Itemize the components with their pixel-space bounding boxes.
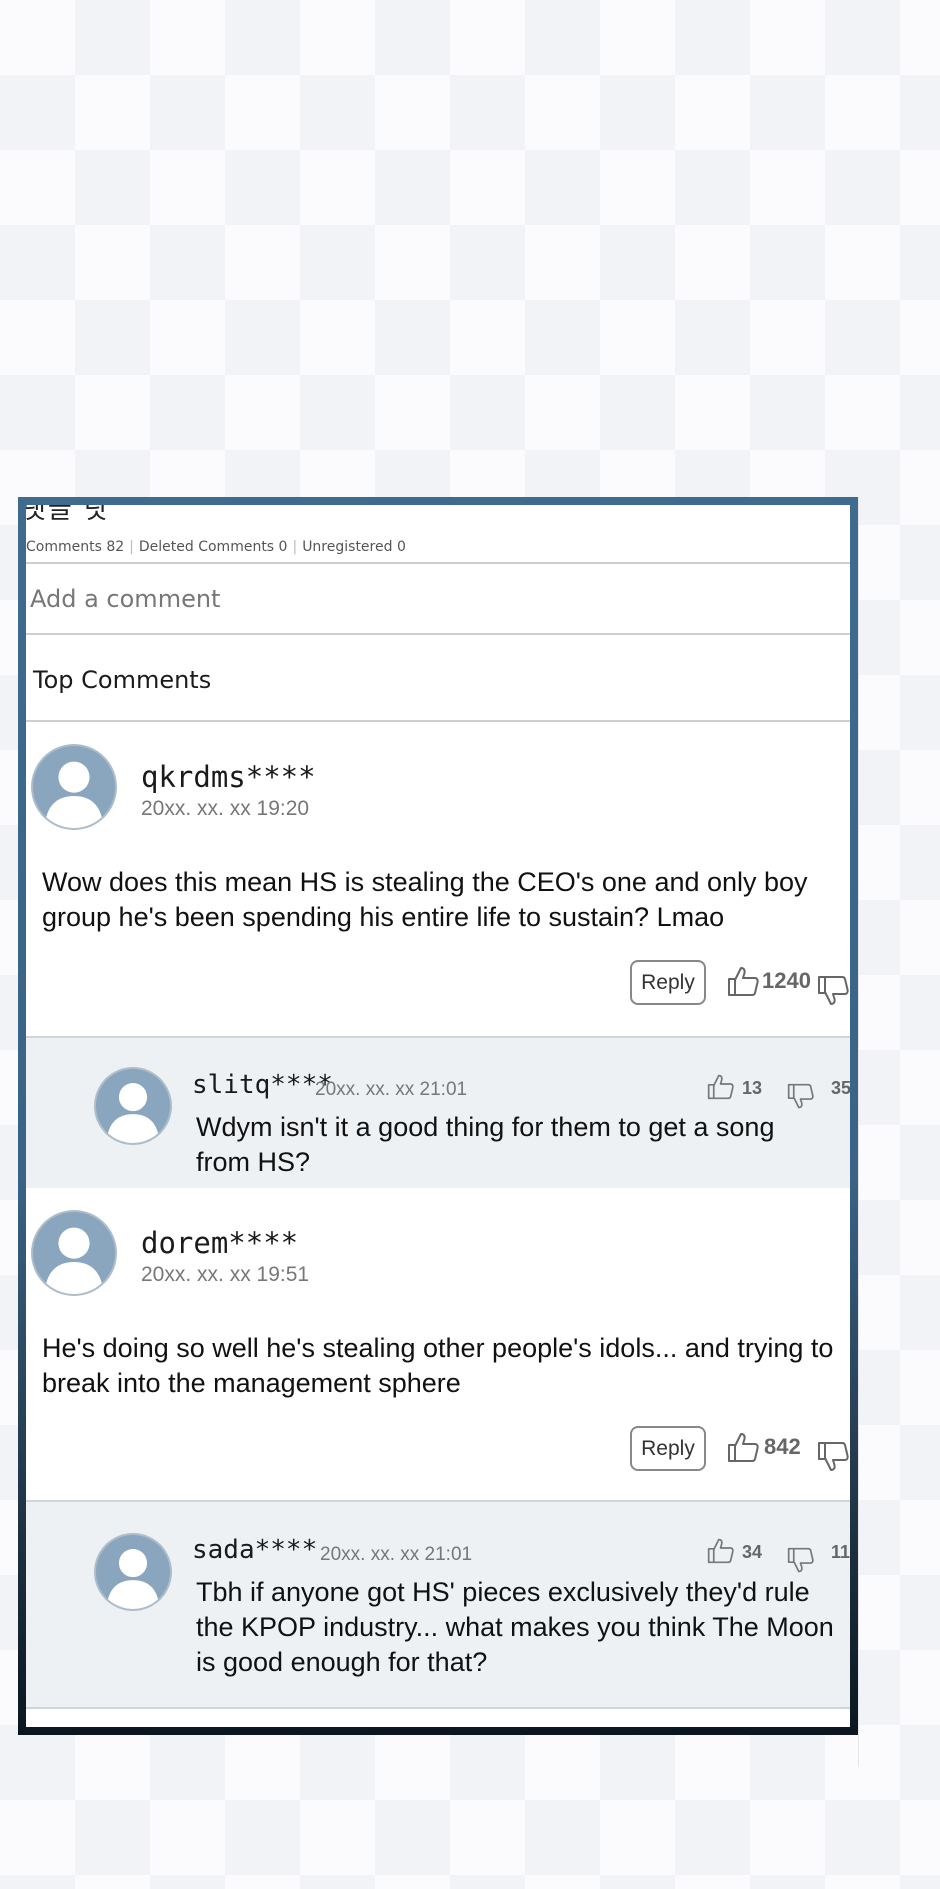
thumbs-down-icon[interactable] bbox=[786, 1547, 815, 1574]
comment-username[interactable]: dorem**** bbox=[141, 1226, 298, 1260]
reply-button[interactable]: Reply bbox=[630, 960, 706, 1005]
reply-username[interactable]: slitq**** bbox=[192, 1070, 333, 1100]
section-title: 댓글 닷 bbox=[26, 505, 111, 525]
like-count: 842 bbox=[764, 1434, 801, 1459]
reply-item: sada**** 20xx. xx. xx 21:01 34 11 Tbh if… bbox=[26, 1500, 850, 1709]
user-silhouette-icon bbox=[44, 1227, 104, 1294]
avatar[interactable] bbox=[33, 1212, 115, 1294]
divider bbox=[26, 562, 850, 564]
comment-stats: Comments 82 | Deleted Comments 0 | Unregiste… bbox=[26, 539, 406, 555]
divider: | bbox=[292, 539, 298, 555]
comment-text: He's doing so well he's stealing other p… bbox=[42, 1333, 834, 1398]
thumbs-up-icon[interactable] bbox=[726, 965, 760, 997]
like-count: 13 bbox=[742, 1078, 763, 1098]
comment-item: dorem**** 20xx. xx. xx 19:51 He's doing … bbox=[26, 1188, 850, 1500]
user-silhouette-icon bbox=[106, 1549, 160, 1609]
comment-text: Wow does this mean HS is stealing the CE… bbox=[42, 867, 808, 932]
avatar[interactable] bbox=[96, 1535, 170, 1609]
divider bbox=[26, 633, 850, 635]
unregistered-count: Unregistered 0 bbox=[302, 539, 406, 555]
comment-date: 20xx. xx. xx 19:51 bbox=[141, 1263, 310, 1286]
thumbs-down-icon[interactable] bbox=[786, 1083, 815, 1110]
thumbs-down-icon[interactable] bbox=[816, 975, 850, 1007]
comment-item: qkrdms**** 20xx. xx. xx 19:20 Wow does t… bbox=[26, 722, 850, 1036]
avatar[interactable] bbox=[33, 746, 115, 828]
page-edge bbox=[858, 497, 859, 1767]
deleted-count: Deleted Comments 0 bbox=[138, 539, 288, 555]
dislike-count: 35 bbox=[831, 1078, 850, 1098]
dislike-count: 11 bbox=[831, 1542, 850, 1562]
top-comments-heading: Top Comments bbox=[33, 666, 212, 694]
like-count: 34 bbox=[742, 1542, 763, 1562]
comment-count: Comments 82 bbox=[26, 539, 125, 555]
comments-panel: 댓글 닷 Comments 82 | Deleted Comments 0 | Unre… bbox=[18, 497, 858, 1735]
thumbs-down-icon[interactable] bbox=[816, 1441, 850, 1473]
reply-username[interactable]: sada**** bbox=[192, 1535, 317, 1565]
comment-username[interactable]: qkrdms**** bbox=[141, 760, 316, 794]
thumbs-up-icon[interactable] bbox=[706, 1537, 735, 1564]
thumbs-up-icon[interactable] bbox=[706, 1073, 735, 1100]
reply-button[interactable]: Reply bbox=[630, 1426, 706, 1471]
comment-date: 20xx. xx. xx 19:20 bbox=[141, 797, 310, 820]
divider: | bbox=[129, 539, 134, 555]
reply-item: slitq**** 20xx. xx. xx 21:01 13 35 Wdym … bbox=[26, 1036, 850, 1190]
avatar[interactable] bbox=[96, 1069, 170, 1143]
like-count: 1240 bbox=[762, 968, 811, 993]
reply-text: Wdym isn't it a good thing for them to g… bbox=[196, 1112, 775, 1177]
reply-text: Tbh if anyone got HS' pieces exclusively… bbox=[196, 1577, 834, 1677]
reply-date: 20xx. xx. xx 21:01 bbox=[320, 1544, 473, 1565]
reply-date: 20xx. xx. xx 21:01 bbox=[315, 1079, 468, 1100]
thumbs-up-icon[interactable] bbox=[726, 1431, 760, 1463]
user-silhouette-icon bbox=[106, 1083, 160, 1143]
add-comment-input[interactable]: Add a comment bbox=[30, 585, 220, 613]
user-silhouette-icon bbox=[44, 761, 104, 828]
